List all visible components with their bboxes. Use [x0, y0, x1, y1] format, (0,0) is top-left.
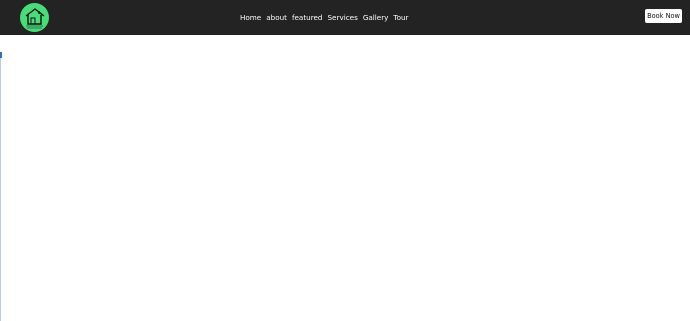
nav-link-gallery[interactable]: Gallery	[363, 11, 389, 25]
viewport-edge-line	[0, 58, 1, 321]
nav-link-about[interactable]: about	[266, 11, 287, 25]
nav-link-home[interactable]: Home	[240, 11, 261, 25]
main-nav: Home about featured Services Gallery Tou…	[240, 11, 409, 25]
nav-link-featured[interactable]: featured	[292, 11, 323, 25]
book-now-button[interactable]: Book Now	[645, 9, 682, 23]
top-navbar: Home about featured Services Gallery Tou…	[0, 0, 690, 35]
house-logo-icon[interactable]	[20, 3, 49, 32]
page: Home about featured Services Gallery Tou…	[0, 0, 690, 321]
nav-link-services[interactable]: Services	[328, 11, 358, 25]
nav-link-tour[interactable]: Tour	[393, 11, 408, 25]
